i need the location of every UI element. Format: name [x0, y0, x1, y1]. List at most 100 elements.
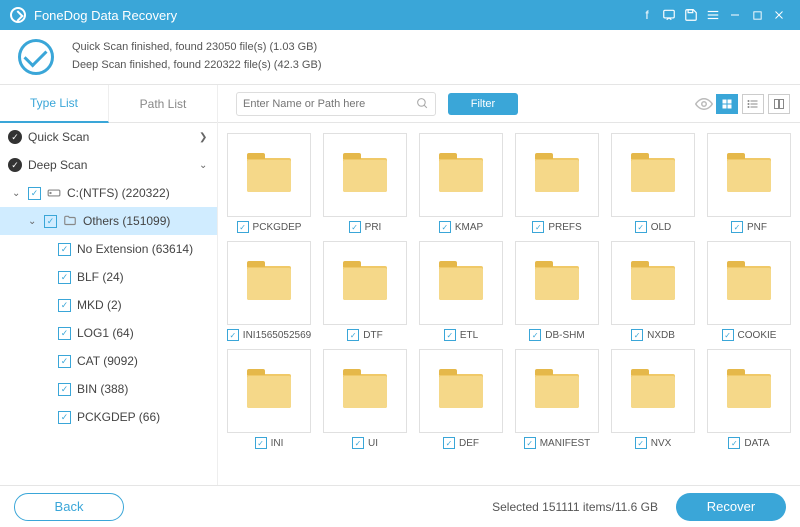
file-cell[interactable]: ✓UI: [320, 349, 410, 449]
file-name: PREFS: [548, 222, 581, 233]
checkbox[interactable]: ✓: [635, 221, 647, 233]
sidebar-others[interactable]: ⌄ ✓ Others (151099): [0, 207, 217, 235]
search-input[interactable]: [243, 98, 416, 110]
checkbox[interactable]: ✓: [722, 329, 734, 341]
file-cell[interactable]: ✓INI: [224, 349, 314, 449]
maximize-button[interactable]: [746, 4, 768, 26]
checkbox[interactable]: ✓: [58, 411, 71, 424]
sidebar-drive[interactable]: ⌄ ✓ C:(NTFS) (220322): [0, 179, 217, 207]
checkbox[interactable]: ✓: [58, 299, 71, 312]
chevron-down-icon: ⌄: [28, 216, 38, 227]
sidebar-label: LOG1 (64): [77, 326, 134, 340]
file-name: COOKIE: [738, 330, 777, 341]
filter-button[interactable]: Filter: [448, 93, 518, 115]
sidebar-item[interactable]: ✓BIN (388): [0, 375, 217, 403]
checkbox[interactable]: ✓: [524, 437, 536, 449]
file-cell[interactable]: ✓INI1565052569: [224, 241, 314, 341]
close-button[interactable]: [768, 4, 790, 26]
save-icon[interactable]: [680, 4, 702, 26]
file-cell[interactable]: ✓PCKGDEP: [224, 133, 314, 233]
folder-icon: [631, 158, 675, 192]
file-cell[interactable]: ✓ DEF: [416, 349, 506, 449]
file-cell[interactable]: ✓KMAP: [416, 133, 506, 233]
checkbox[interactable]: ✓: [352, 437, 364, 449]
selection-info: Selected 151111 items/11.6 GB: [492, 500, 658, 514]
checkbox[interactable]: ✓: [58, 327, 71, 340]
file-name: PRI: [365, 222, 382, 233]
view-grid-button[interactable]: [716, 94, 738, 114]
folder-icon: [535, 158, 579, 192]
checkbox[interactable]: ✓: [227, 329, 239, 341]
folder-thumbnail: [323, 133, 407, 217]
checkbox[interactable]: ✓: [58, 243, 71, 256]
facebook-icon[interactable]: f: [636, 4, 658, 26]
checkbox[interactable]: ✓: [44, 215, 57, 228]
preview-toggle-icon[interactable]: [692, 95, 716, 113]
view-detail-button[interactable]: [768, 94, 790, 114]
folder-thumbnail: [707, 349, 791, 433]
checkbox[interactable]: ✓: [532, 221, 544, 233]
checkbox[interactable]: ✓: [255, 437, 267, 449]
folder-icon: [727, 158, 771, 192]
checkbox[interactable]: ✓: [444, 329, 456, 341]
folder-icon: [439, 158, 483, 192]
sidebar-deep-scan[interactable]: ✓ Deep Scan ⌄: [0, 151, 217, 179]
folder-icon: [631, 266, 675, 300]
checkbox[interactable]: ✓: [731, 221, 743, 233]
file-cell[interactable]: ✓DTF: [320, 241, 410, 341]
sidebar-item[interactable]: ✓ BLF (24): [0, 263, 217, 291]
file-name: MANIFEST: [540, 438, 591, 449]
status-line-2: Deep Scan finished, found 220322 file(s)…: [72, 57, 321, 75]
file-name: DB-SHM: [545, 330, 584, 341]
sidebar-item[interactable]: ✓MKD (2): [0, 291, 217, 319]
sidebar-label: CAT (9092): [77, 354, 138, 368]
file-cell[interactable]: ✓ PREFS: [512, 133, 602, 233]
checkbox[interactable]: ✓: [28, 187, 41, 200]
tab-type-list[interactable]: Type List: [0, 85, 109, 123]
sidebar-item[interactable]: ✓PCKGDEP (66): [0, 403, 217, 431]
sidebar-item[interactable]: ✓ CAT (9092): [0, 347, 217, 375]
file-cell[interactable]: ✓ DB-SHM: [512, 241, 602, 341]
checkbox[interactable]: ✓: [529, 329, 541, 341]
feedback-icon[interactable]: [658, 4, 680, 26]
folder-icon: [535, 266, 579, 300]
checkbox[interactable]: ✓: [58, 271, 71, 284]
minimize-button[interactable]: [724, 4, 746, 26]
checkbox[interactable]: ✓: [439, 221, 451, 233]
menu-icon[interactable]: [702, 4, 724, 26]
search-icon: [416, 97, 429, 110]
checkbox[interactable]: ✓: [443, 437, 455, 449]
file-cell[interactable]: ✓ PRI: [320, 133, 410, 233]
sidebar-label: Others (151099): [83, 214, 170, 228]
file-cell[interactable]: ✓ MANIFEST: [512, 349, 602, 449]
back-button[interactable]: Back: [14, 493, 124, 521]
sidebar-item[interactable]: ✓ LOG1 (64): [0, 319, 217, 347]
sidebar-quick-scan[interactable]: ✓ Quick Scan ❯: [0, 123, 217, 151]
checkbox[interactable]: ✓: [349, 221, 361, 233]
checkbox[interactable]: ✓: [58, 383, 71, 396]
tab-path-list[interactable]: Path List: [109, 85, 218, 123]
sidebar-label: C:(NTFS) (220322): [67, 186, 170, 200]
search-box[interactable]: [236, 92, 436, 116]
folder-thumbnail: [611, 349, 695, 433]
file-cell[interactable]: ✓PNF: [704, 133, 794, 233]
checkbox[interactable]: ✓: [728, 437, 740, 449]
sidebar-label: BLF (24): [77, 270, 124, 284]
checkbox[interactable]: ✓: [631, 329, 643, 341]
view-list-button[interactable]: [742, 94, 764, 114]
checkbox[interactable]: ✓: [58, 355, 71, 368]
recover-button[interactable]: Recover: [676, 493, 786, 521]
file-name: DEF: [459, 438, 479, 449]
check-dot-icon: ✓: [8, 158, 22, 172]
file-cell[interactable]: ✓OLD: [608, 133, 698, 233]
file-cell[interactable]: ✓DATA: [704, 349, 794, 449]
checkbox[interactable]: ✓: [635, 437, 647, 449]
checkbox[interactable]: ✓: [347, 329, 359, 341]
file-cell[interactable]: ✓ETL: [416, 241, 506, 341]
file-cell[interactable]: ✓ COOKIE: [704, 241, 794, 341]
file-name: NXDB: [647, 330, 675, 341]
sidebar-item[interactable]: ✓No Extension (63614): [0, 235, 217, 263]
checkbox[interactable]: ✓: [237, 221, 249, 233]
file-cell[interactable]: ✓ NXDB: [608, 241, 698, 341]
file-cell[interactable]: ✓NVX: [608, 349, 698, 449]
